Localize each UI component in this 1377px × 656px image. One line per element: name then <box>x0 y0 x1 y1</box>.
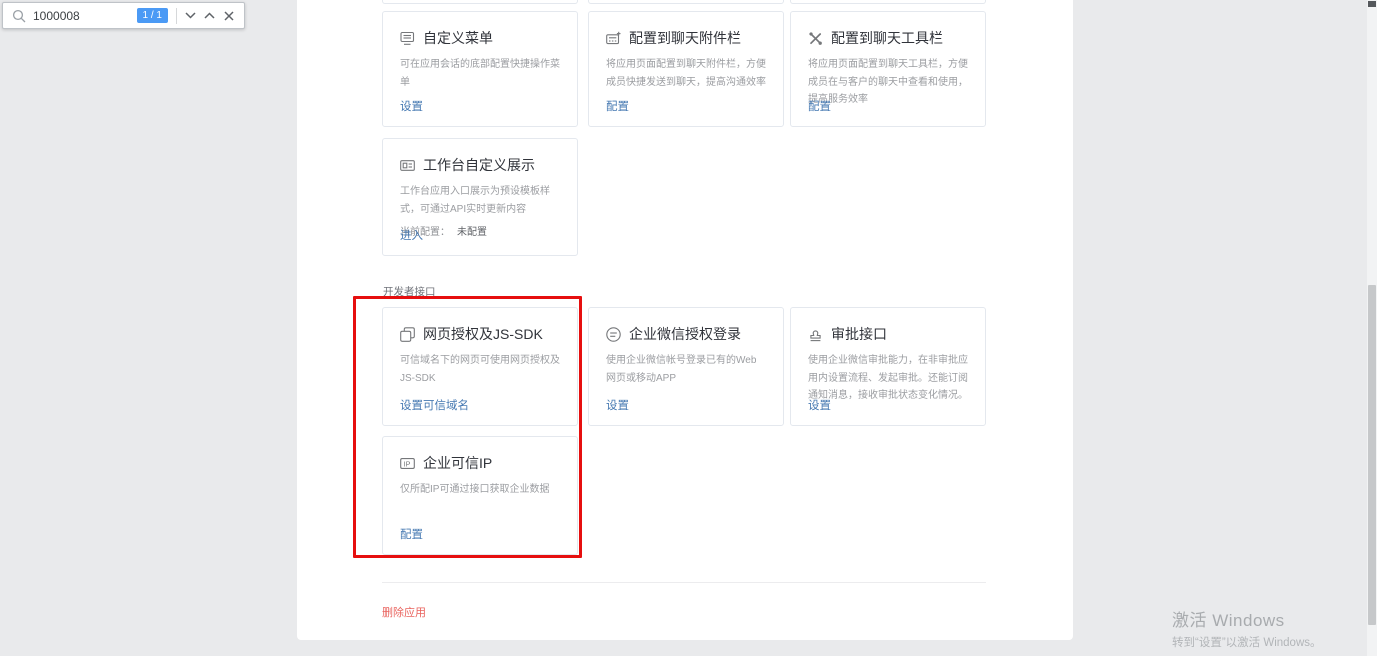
card-desc: 可在应用会话的底部配置快捷操作菜单 <box>400 56 560 91</box>
developer-api-section-label: 开发者接口 <box>383 284 436 299</box>
scrollbar-top-artifact <box>1368 1 1376 7</box>
delete-app-link[interactable]: 删除应用 <box>382 604 426 620</box>
wecom-login-icon <box>606 327 621 342</box>
card-title: 企业微信授权登录 <box>629 324 741 344</box>
current-config-row: 当前配置：未配置 <box>400 223 560 238</box>
workbench-enter-link[interactable]: 进入 <box>400 227 423 243</box>
find-previous-button[interactable] <box>200 5 219 27</box>
chevron-up-icon <box>204 12 215 19</box>
card-workbench-display: 工作台自定义展示 工作台应用入口展示为预设模板样式，可通过API实时更新内容 当… <box>382 138 578 256</box>
match-count-badge: 1 / 1 <box>137 8 168 23</box>
card-title: 企业可信IP <box>423 453 492 473</box>
approval-icon <box>808 327 823 342</box>
close-icon <box>224 11 234 21</box>
web-auth-icon <box>400 327 415 342</box>
find-close-button[interactable] <box>219 5 238 27</box>
card-chat-toolbar: 配置到聊天工具栏 将应用页面配置到聊天工具栏，方便成员在与客户的聊天中查看和使用… <box>790 11 986 127</box>
card-stub <box>790 0 986 4</box>
card-desc: 工作台应用入口展示为预设模板样式，可通过API实时更新内容 <box>400 183 560 218</box>
find-input[interactable]: 1000008 <box>33 9 137 23</box>
chevron-down-icon <box>185 12 196 19</box>
card-chat-attachment: 配置到聊天附件栏 将应用页面配置到聊天附件栏，方便成员快捷发送到聊天，提高沟通效… <box>588 11 784 127</box>
chat-toolbar-icon <box>808 31 823 46</box>
card-title: 配置到聊天附件栏 <box>629 28 741 48</box>
watermark-title: 激活 Windows <box>1172 606 1322 631</box>
card-approval-api: 审批接口 使用企业微信审批能力，在非审批应用内设置流程、发起审批。还能订阅通知消… <box>790 307 986 426</box>
approval-settings-link[interactable]: 设置 <box>808 397 831 413</box>
app-detail-panel: 自定义菜单 可在应用会话的底部配置快捷操作菜单 设置 配置到聊天附件栏 将应用页… <box>297 0 1073 640</box>
card-desc: 可信域名下的网页可使用网页授权及JS-SDK <box>400 352 560 387</box>
chat-toolbar-config-link[interactable]: 配置 <box>808 98 831 114</box>
card-desc: 将应用页面配置到聊天工具栏，方便成员在与客户的聊天中查看和使用，提高服务效率 <box>808 56 968 109</box>
card-stub <box>588 0 784 4</box>
workbench-icon <box>400 158 415 173</box>
vertical-scrollbar-track[interactable] <box>1367 0 1377 656</box>
bottom-divider <box>382 582 986 583</box>
card-title: 审批接口 <box>831 324 887 344</box>
svg-text:IP: IP <box>404 459 411 468</box>
card-wecom-login: 企业微信授权登录 使用企业微信帐号登录已有的Web网页或移动APP 设置 <box>588 307 784 426</box>
watermark-subtitle: 转到“设置”以激活 Windows。 <box>1172 634 1322 650</box>
card-desc: 使用企业微信审批能力，在非审批应用内设置流程、发起审批。还能订阅通知消息，接收审… <box>808 352 968 405</box>
card-desc: 仅所配IP可通过接口获取企业数据 <box>400 481 560 499</box>
wecom-login-settings-link[interactable]: 设置 <box>606 397 629 413</box>
card-title: 网页授权及JS-SDK <box>423 324 543 344</box>
card-web-auth-jssdk: 网页授权及JS-SDK 可信域名下的网页可使用网页授权及JS-SDK 设置可信域… <box>382 307 578 426</box>
card-title: 自定义菜单 <box>423 28 493 48</box>
card-title: 工作台自定义展示 <box>423 155 535 175</box>
search-icon <box>12 9 26 23</box>
chat-attachment-config-link[interactable]: 配置 <box>606 98 629 114</box>
menu-icon <box>400 31 415 46</box>
ip-icon: IP <box>400 456 415 471</box>
find-bar-separator <box>176 8 177 24</box>
card-desc: 使用企业微信帐号登录已有的Web网页或移动APP <box>606 352 766 387</box>
windows-activation-watermark: 激活 Windows 转到“设置”以激活 Windows。 <box>1172 606 1322 650</box>
card-trusted-ip: IP 企业可信IP 仅所配IP可通过接口获取企业数据 配置 <box>382 436 578 555</box>
card-stub <box>382 0 578 4</box>
card-title: 配置到聊天工具栏 <box>831 28 943 48</box>
current-config-value: 未配置 <box>457 227 487 238</box>
trusted-ip-config-link[interactable]: 配置 <box>400 526 423 542</box>
find-bar: 1000008 1 / 1 <box>2 2 245 29</box>
find-next-button[interactable] <box>181 5 200 27</box>
vertical-scrollbar-thumb[interactable] <box>1368 285 1376 625</box>
card-desc: 将应用页面配置到聊天附件栏，方便成员快捷发送到聊天，提高沟通效率 <box>606 56 766 91</box>
card-custom-menu: 自定义菜单 可在应用会话的底部配置快捷操作菜单 设置 <box>382 11 578 127</box>
trusted-domain-settings-link[interactable]: 设置可信域名 <box>400 397 469 413</box>
custom-menu-settings-link[interactable]: 设置 <box>400 98 423 114</box>
chat-attachment-icon <box>606 31 621 46</box>
